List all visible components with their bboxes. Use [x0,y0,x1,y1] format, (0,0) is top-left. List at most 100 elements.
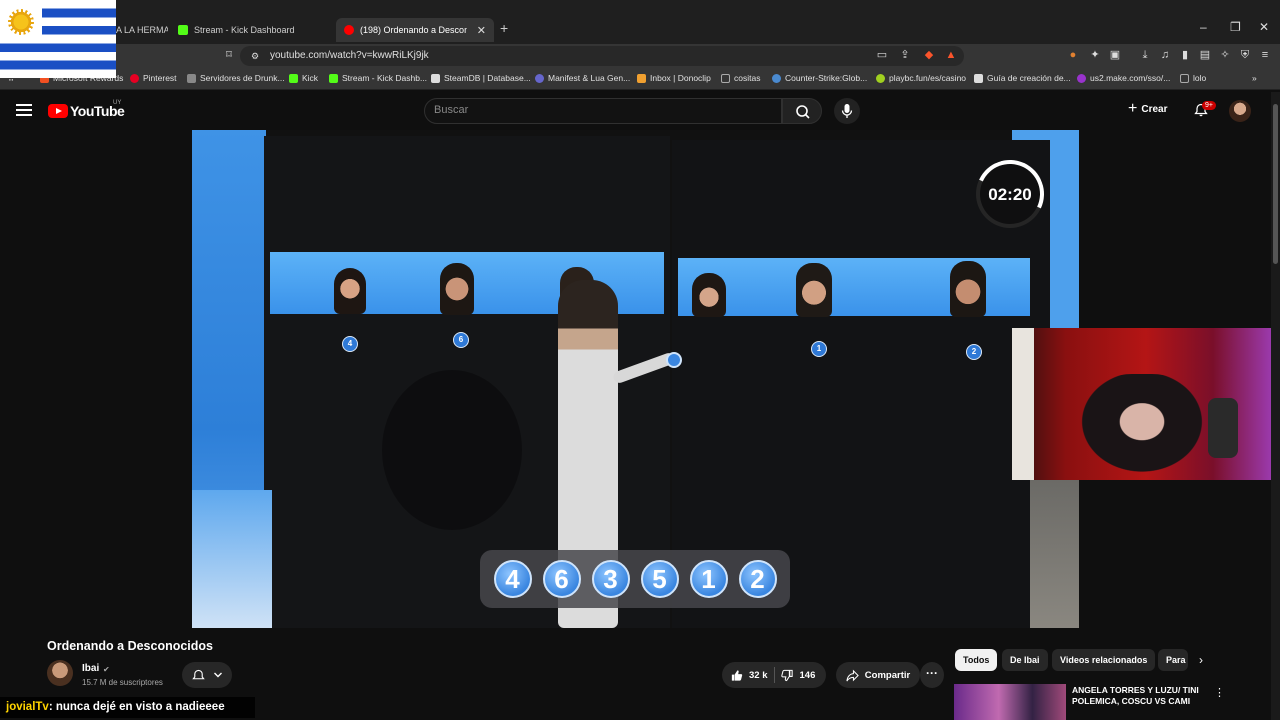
download-icon[interactable]: ⤓ [1138,48,1152,62]
url-text: youtube.com/watch?v=kwwRiLKj9jk [270,50,429,61]
search-button[interactable] [782,98,822,124]
bookmark-kick-dashboard[interactable]: Stream - Kick Dashb... [329,73,427,83]
puzzle-icon[interactable]: ✦ [1088,48,1102,62]
stream-chat-message: jovialTv: nunca dejé en visto a nadieeee [0,697,255,718]
streamer-person [1072,374,1212,480]
chip-videos-relacionados[interactable]: Videos relacionados [1052,649,1156,671]
menu-icon[interactable]: ≡ [1258,48,1272,62]
shadow [382,370,522,530]
channel-avatar[interactable] [47,660,73,686]
bookmark-steamdb[interactable]: SteamDB | Database... [431,73,531,83]
minimize-icon[interactable]: – [1200,20,1207,34]
tab-a-la-herma[interactable]: A LA HERMA [108,18,168,42]
share-button[interactable]: Compartir [836,662,920,688]
booth-number: 1 [811,341,827,357]
hamburger-menu-icon[interactable] [16,104,32,116]
search-input[interactable] [424,98,782,124]
notification-count-badge: 9+ [1202,101,1216,110]
user-avatar[interactable] [1229,100,1251,122]
chip-de-ibai[interactable]: De Ibai [1002,649,1048,671]
dislike-button[interactable]: 146 [780,669,816,682]
steam-icon [772,73,781,83]
subscription-notifications-button[interactable] [182,662,232,688]
microphone-icon [841,104,853,118]
bookmark-make[interactable]: us2.make.com/sso/... [1077,73,1170,83]
order-ball: 3 [591,560,630,598]
tab-label: Stream - Kick Dashboard [194,25,295,35]
order-sequence-bar: 4 6 3 5 1 2 [480,550,790,608]
bookmark-pinterest[interactable]: Pinterest [130,73,177,83]
plus-icon: + [1128,100,1138,117]
tab-kick-dashboard[interactable]: Stream - Kick Dashboard [170,18,334,42]
streamer-webcam-overlay [1012,328,1280,480]
create-button[interactable]: + Crear [1128,100,1168,117]
chair [1208,398,1238,458]
video-title: Ordenando a Desconocidos [47,639,214,653]
share-page-icon[interactable]: ⇪ [898,48,912,62]
music-icon[interactable]: ♫ [1158,48,1172,62]
bookmark-counter-strike[interactable]: Counter-Strike:Glob... [772,73,867,83]
booth-number: 2 [966,344,982,360]
kick-icon [329,73,338,83]
restore-icon[interactable]: ❐ [1230,20,1241,34]
chevron-right-icon[interactable]: › [1199,653,1203,667]
more-vert-icon[interactable]: ⋮ [1214,686,1225,699]
chevron-down-icon [213,672,222,678]
channel-name[interactable]: Ibai [82,663,99,674]
more-actions-button[interactable]: ··· [920,662,944,688]
contestant-head [692,273,726,317]
leo-icon[interactable]: ✧ [1218,48,1232,62]
contestant-head [440,263,474,315]
extension-icon[interactable]: ● [1066,48,1080,62]
more-bookmarks-icon[interactable]: » [1252,73,1257,83]
chip-para[interactable]: Para [1158,649,1188,671]
vpn-icon[interactable]: ⛨ [1238,48,1252,62]
chip-todos[interactable]: Todos [955,649,998,671]
like-button[interactable]: 32 k [730,669,768,682]
bookmark-manifest[interactable]: Manifest & Lua Gen... [535,73,630,83]
tab-youtube-active[interactable]: (198) Ordenando a Desconocido ✕ [336,18,494,42]
order-ball: 4 [493,560,532,598]
steamdb-icon [431,73,440,83]
bookmark-kick[interactable]: Kick [289,73,318,83]
create-label: Crear [1141,103,1168,115]
contestant-head [334,268,366,314]
screen-icon[interactable]: ▭ [875,48,889,62]
bookmark-playbc[interactable]: playbc.fun/es/casino [876,73,966,83]
divider [773,667,775,683]
scrollbar-thumb[interactable] [1273,104,1278,264]
thumbs-up-icon [731,669,743,681]
recommended-video-thumbnail[interactable] [954,684,1066,720]
kick-icon [289,73,298,83]
sun-of-may-icon [8,9,34,35]
site-info-icon[interactable]: ⚙ [248,49,262,63]
bookmark-donoclip[interactable]: Inbox | Donoclip [637,73,711,83]
new-tab-button[interactable]: + [500,20,508,36]
webcam-wall [1012,328,1034,480]
brave-rewards-icon[interactable]: ▲ [944,48,958,62]
contestant-head [796,263,832,317]
bell-icon [191,669,205,679]
close-tab-icon[interactable]: ✕ [477,24,486,37]
bookmark-icon[interactable]: ⌑ [222,48,236,62]
youtube-icon [344,25,354,35]
dislike-count: 146 [799,669,816,681]
extension-2-icon[interactable]: ▣ [1108,48,1122,62]
order-ball: 2 [738,560,777,598]
bookmark-guia[interactable]: Guía de creación de... [974,73,1071,83]
bookmark-lolo[interactable]: lolo [1180,73,1206,83]
voice-search-button[interactable] [834,98,860,124]
close-window-icon[interactable]: ✕ [1259,20,1269,34]
tab-label: A LA HERMA [116,25,168,35]
contestant-head [950,261,986,317]
brave-shield-icon[interactable]: ◆ [922,48,936,62]
like-dislike-button[interactable]: 32 k 146 [722,662,826,688]
bookmark-cositas[interactable]: cositas [721,73,760,83]
recommended-video-title[interactable]: ANGELA TORRES Y LUZU/ TINI POLEMICA, COS… [1072,685,1207,711]
bookmark-servidores[interactable]: Servidores de Drunk... [187,73,285,83]
sidebar-icon[interactable]: ▮ [1178,48,1192,62]
wallet-icon[interactable]: ▤ [1198,48,1212,62]
youtube-logo-icon[interactable] [48,104,68,118]
chat-text: : nunca dejé en visto a nadieeee [48,701,225,713]
timer-value: 02:20 [988,185,1032,204]
